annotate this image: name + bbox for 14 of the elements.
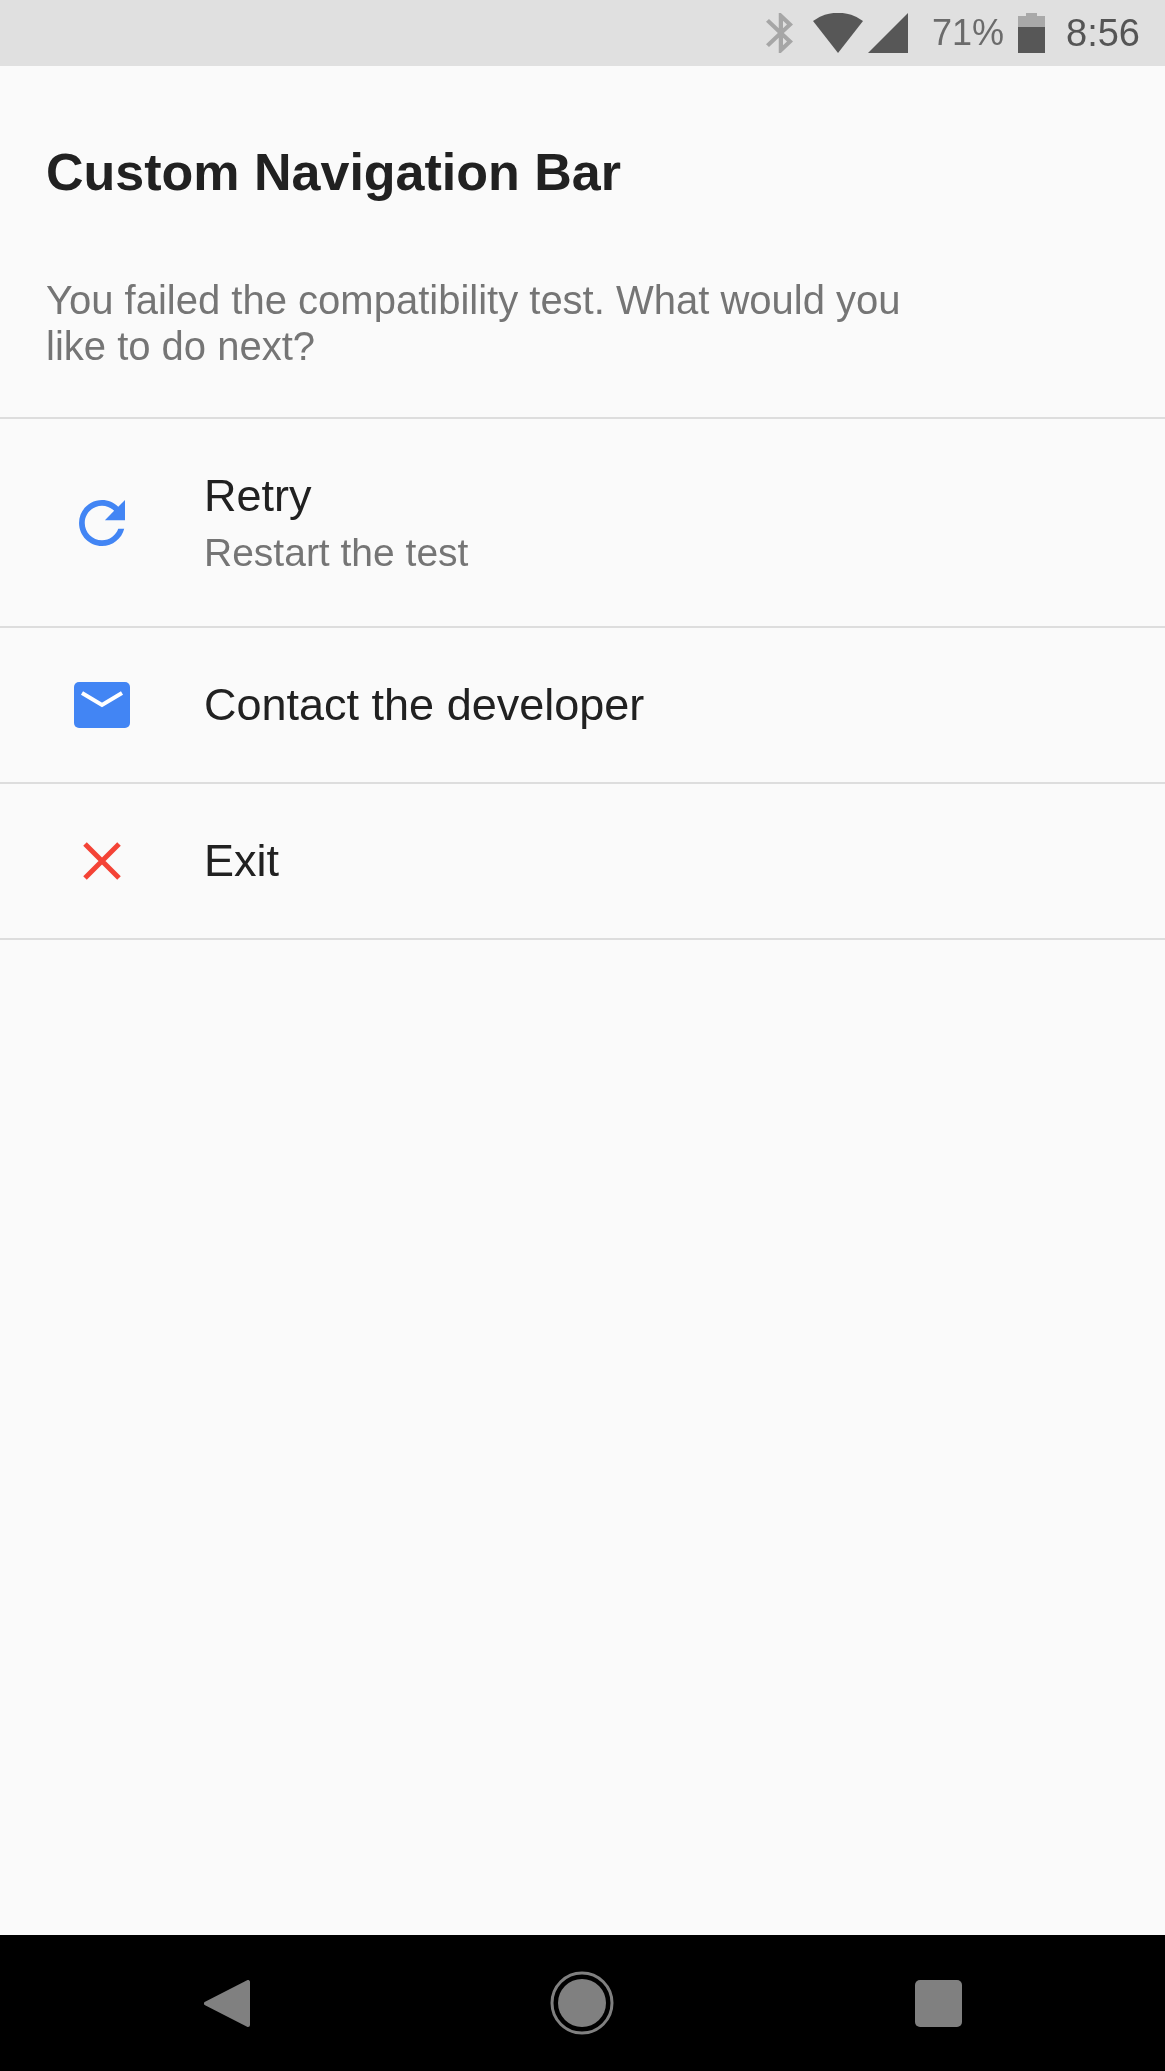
signal-icon [867, 13, 908, 53]
back-icon[interactable] [203, 1979, 250, 2027]
clock-time: 8:56 [1066, 13, 1140, 53]
bluetooth-icon [765, 13, 793, 53]
close-icon [83, 842, 121, 880]
refresh-icon [79, 499, 125, 546]
battery-icon [1018, 13, 1046, 53]
recents-icon[interactable] [914, 1979, 962, 2027]
dialog-title: Custom Navigation Bar [46, 142, 622, 202]
wifi-icon [812, 13, 863, 53]
home-icon[interactable] [549, 1971, 614, 2035]
battery-percent: 71% [931, 13, 1005, 53]
dialog-message: You failed the compatibility test. What would you like to do next? [46, 277, 902, 369]
mail-icon [74, 682, 130, 728]
